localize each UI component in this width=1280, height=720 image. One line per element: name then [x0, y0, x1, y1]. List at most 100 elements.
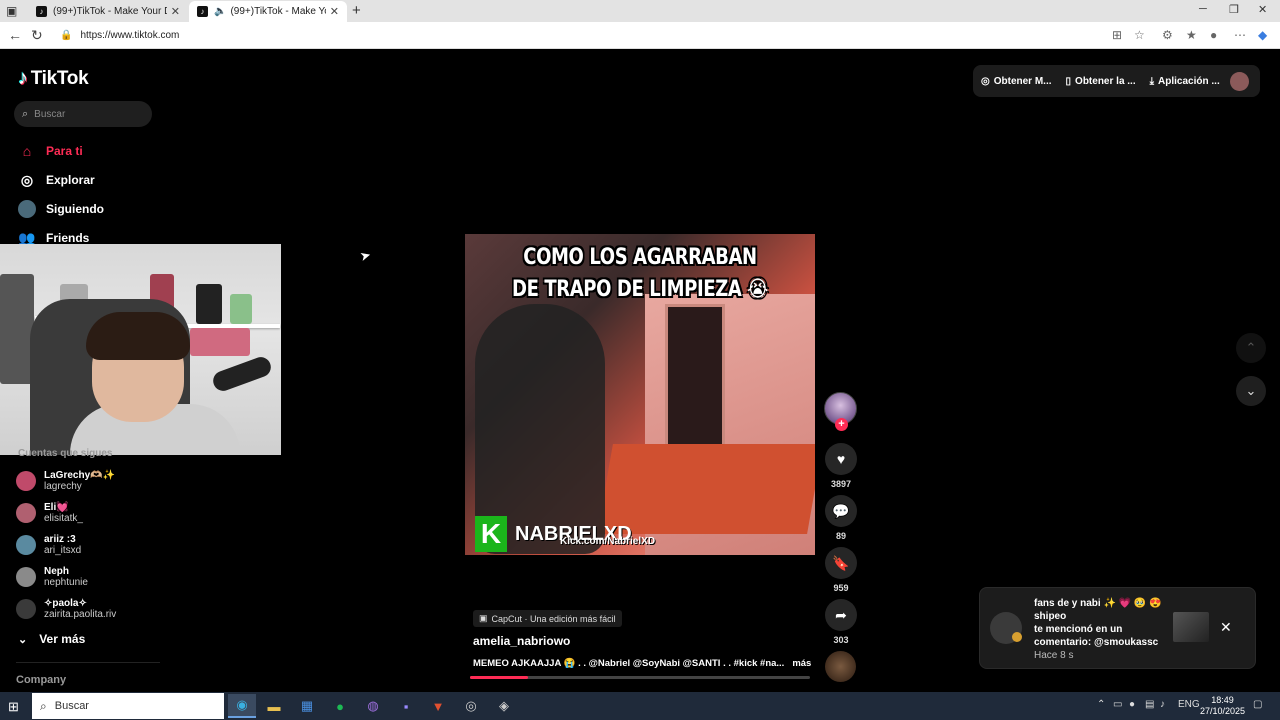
- avatar: [16, 567, 36, 587]
- profile-icon[interactable]: ●: [1210, 28, 1217, 42]
- reload-icon[interactable]: ↻: [31, 27, 43, 44]
- account-name: ✧paola✧: [44, 598, 87, 609]
- caption-line: COMO LOS AGARRABAN: [523, 245, 757, 270]
- following-account[interactable]: ariiz :3 ari_itsxd: [16, 534, 81, 556]
- share-button[interactable]: ➦: [825, 599, 857, 631]
- premiere-icon[interactable]: ▪: [392, 694, 420, 718]
- nav-explorar[interactable]: ◎ Explorar: [18, 171, 95, 189]
- favorites-icon[interactable]: ★: [1186, 28, 1197, 42]
- description-text: MEMEO AJKAAJJA 😭 . . @Nabriel @SoyNabi @…: [473, 658, 785, 669]
- get-coins-button[interactable]: ◎ Obtener M...: [981, 76, 1052, 87]
- capcut-label: CapCut · Una edición más fácil: [491, 613, 616, 624]
- volume-icon[interactable]: ♪: [1160, 699, 1165, 710]
- top-actions-bar: ◎ Obtener M... ▯ Obtener la ... ⤓ Aplicació…: [973, 65, 1260, 97]
- window-menu-icon[interactable]: ▣: [6, 4, 20, 18]
- chevron-up-icon: ⌃: [1245, 340, 1257, 355]
- clock[interactable]: 18:49 27/10/2025: [1200, 695, 1245, 717]
- network-icon[interactable]: ▤: [1145, 699, 1154, 710]
- user-avatar[interactable]: [1230, 72, 1249, 91]
- copilot-icon[interactable]: ◆: [1258, 28, 1267, 42]
- obs-icon[interactable]: ◎: [457, 694, 485, 718]
- close-window-icon[interactable]: ✕: [1258, 3, 1267, 16]
- spotify-icon[interactable]: ●: [326, 694, 354, 718]
- see-more-button[interactable]: ⌄ Ver más: [18, 632, 85, 646]
- tiktok-logo[interactable]: ♪ TikTok: [18, 67, 89, 90]
- edge-app-icon[interactable]: ◉: [228, 694, 256, 718]
- top-action-label: Obtener M...: [993, 75, 1052, 87]
- video-player[interactable]: COMO LOS AGARRABAN DE TRAPO DE LIMPIEZA …: [465, 234, 815, 555]
- get-app-button[interactable]: ▯ Obtener la ...: [1066, 76, 1136, 87]
- previous-video-button[interactable]: ⌃: [1236, 333, 1266, 363]
- download-icon: ⤓: [1149, 75, 1155, 87]
- desktop-app-button[interactable]: ⤓ Aplicación ...: [1150, 76, 1220, 87]
- like-button[interactable]: ♥: [825, 443, 857, 475]
- maximize-icon[interactable]: ❐: [1229, 3, 1239, 16]
- notification-toast[interactable]: fans de y nabi ✨ 💗 🥹 😍 shipeo te mencion…: [979, 587, 1256, 669]
- language-indicator[interactable]: ENG: [1178, 699, 1200, 710]
- extension-icon[interactable]: ⚙: [1162, 28, 1173, 42]
- following-account[interactable]: LaGrechy🫶🏼✨ lagrechy: [16, 470, 115, 492]
- notifications-icon[interactable]: ▢: [1253, 699, 1262, 710]
- following-account[interactable]: Eli💓 elisitatk_: [16, 502, 83, 524]
- messenger-icon[interactable]: ◍: [359, 694, 387, 718]
- account-name: ariiz :3: [44, 534, 76, 545]
- comment-button[interactable]: 💬: [825, 495, 857, 527]
- watermark-sub: Kick.com/NabrielXD: [560, 536, 656, 547]
- next-video-button[interactable]: ⌄: [1236, 376, 1266, 406]
- save-count: 959: [833, 583, 849, 593]
- close-tab-icon[interactable]: ✕: [171, 5, 180, 18]
- nav-siguiendo[interactable]: Siguiendo: [18, 200, 104, 218]
- more-link[interactable]: más: [792, 658, 811, 669]
- capcut-badge[interactable]: ▣ CapCut · Una edición más fácil: [473, 610, 622, 627]
- windows-start-icon[interactable]: ⊞: [8, 699, 19, 715]
- follow-plus-icon[interactable]: +: [835, 418, 848, 431]
- more-menu-icon[interactable]: ⋯: [1234, 28, 1246, 42]
- search-input[interactable]: [34, 108, 135, 120]
- store-icon[interactable]: ▦: [293, 694, 321, 718]
- video-progress-bar[interactable]: [470, 676, 810, 679]
- video-author[interactable]: amelia_nabriowo: [473, 634, 570, 648]
- following-section-title: Cuentas que sigues: [18, 448, 113, 459]
- tab-title: (99+)TikTok - Make Your Day: [53, 6, 167, 17]
- clock-time: 18:49: [1211, 695, 1234, 705]
- notification-time: Hace 8 s: [1034, 650, 1074, 661]
- app-available-icon[interactable]: ⊞: [1112, 28, 1122, 42]
- nav-para-ti[interactable]: ⌂ Para ti: [18, 142, 83, 160]
- video-description: MEMEO AJKAAJJA 😭 . . @Nabriel @SoyNabi @…: [473, 658, 811, 669]
- like-count: 3897: [830, 479, 852, 489]
- new-tab-icon[interactable]: +: [352, 2, 361, 19]
- lock-icon[interactable]: 🔒: [60, 30, 72, 41]
- search-box[interactable]: ⌕: [14, 101, 152, 127]
- company-link[interactable]: Company: [16, 674, 66, 686]
- tray-icon[interactable]: ▭: [1113, 699, 1122, 710]
- kick-logo-icon: K: [475, 516, 507, 552]
- minimize-icon[interactable]: ─: [1199, 3, 1207, 15]
- webcam-overlay: [0, 244, 281, 455]
- favorite-star-icon[interactable]: ☆: [1134, 28, 1145, 42]
- url-field[interactable]: 🔒 https://www.tiktok.com: [54, 25, 1094, 46]
- music-disc-avatar[interactable]: [825, 651, 856, 682]
- tray-arrow-icon[interactable]: ⌃: [1097, 699, 1105, 710]
- avatar: [16, 471, 36, 491]
- taskbar-search-label: Buscar: [54, 700, 89, 712]
- app-icon[interactable]: ◈: [490, 694, 518, 718]
- account-user: elisitatk_: [44, 513, 83, 524]
- file-explorer-icon[interactable]: ▬: [260, 694, 288, 718]
- figure: [190, 328, 250, 356]
- taskbar-search[interactable]: ⌕ Buscar: [32, 693, 224, 719]
- close-tab-icon[interactable]: ✕: [330, 5, 339, 18]
- speaker-icon[interactable]: 🔈: [214, 6, 226, 17]
- brave-icon[interactable]: ▼: [424, 694, 452, 718]
- browser-tab-strip: ▣ ♪ (99+)TikTok - Make Your Day ✕ ♪ 🔈 (9…: [0, 0, 1280, 22]
- browser-tab-1[interactable]: ♪ (99+)TikTok - Make Your Day ✕: [28, 1, 188, 22]
- address-bar: ← ↻ 🔒 https://www.tiktok.com ⊞ ☆ ⚙ ★ ● ⋯…: [0, 22, 1280, 49]
- close-icon[interactable]: ✕: [1220, 619, 1232, 636]
- save-button[interactable]: 🔖: [825, 547, 857, 579]
- mic-icon[interactable]: ●: [1129, 699, 1135, 710]
- back-icon[interactable]: ←: [8, 27, 22, 43]
- chevron-down-icon: ⌄: [18, 633, 28, 646]
- following-account[interactable]: Neph nephtunie: [16, 566, 88, 588]
- tiktok-page: ♪ TikTok ⌕ ⌂ Para ti ◎ Explorar Siguiend…: [0, 49, 1280, 692]
- browser-tab-2[interactable]: ♪ 🔈 (99+)TikTok - Make Your Day ✕: [189, 1, 347, 22]
- following-account[interactable]: ✧paola✧ zairita.paolita.riv: [16, 598, 116, 620]
